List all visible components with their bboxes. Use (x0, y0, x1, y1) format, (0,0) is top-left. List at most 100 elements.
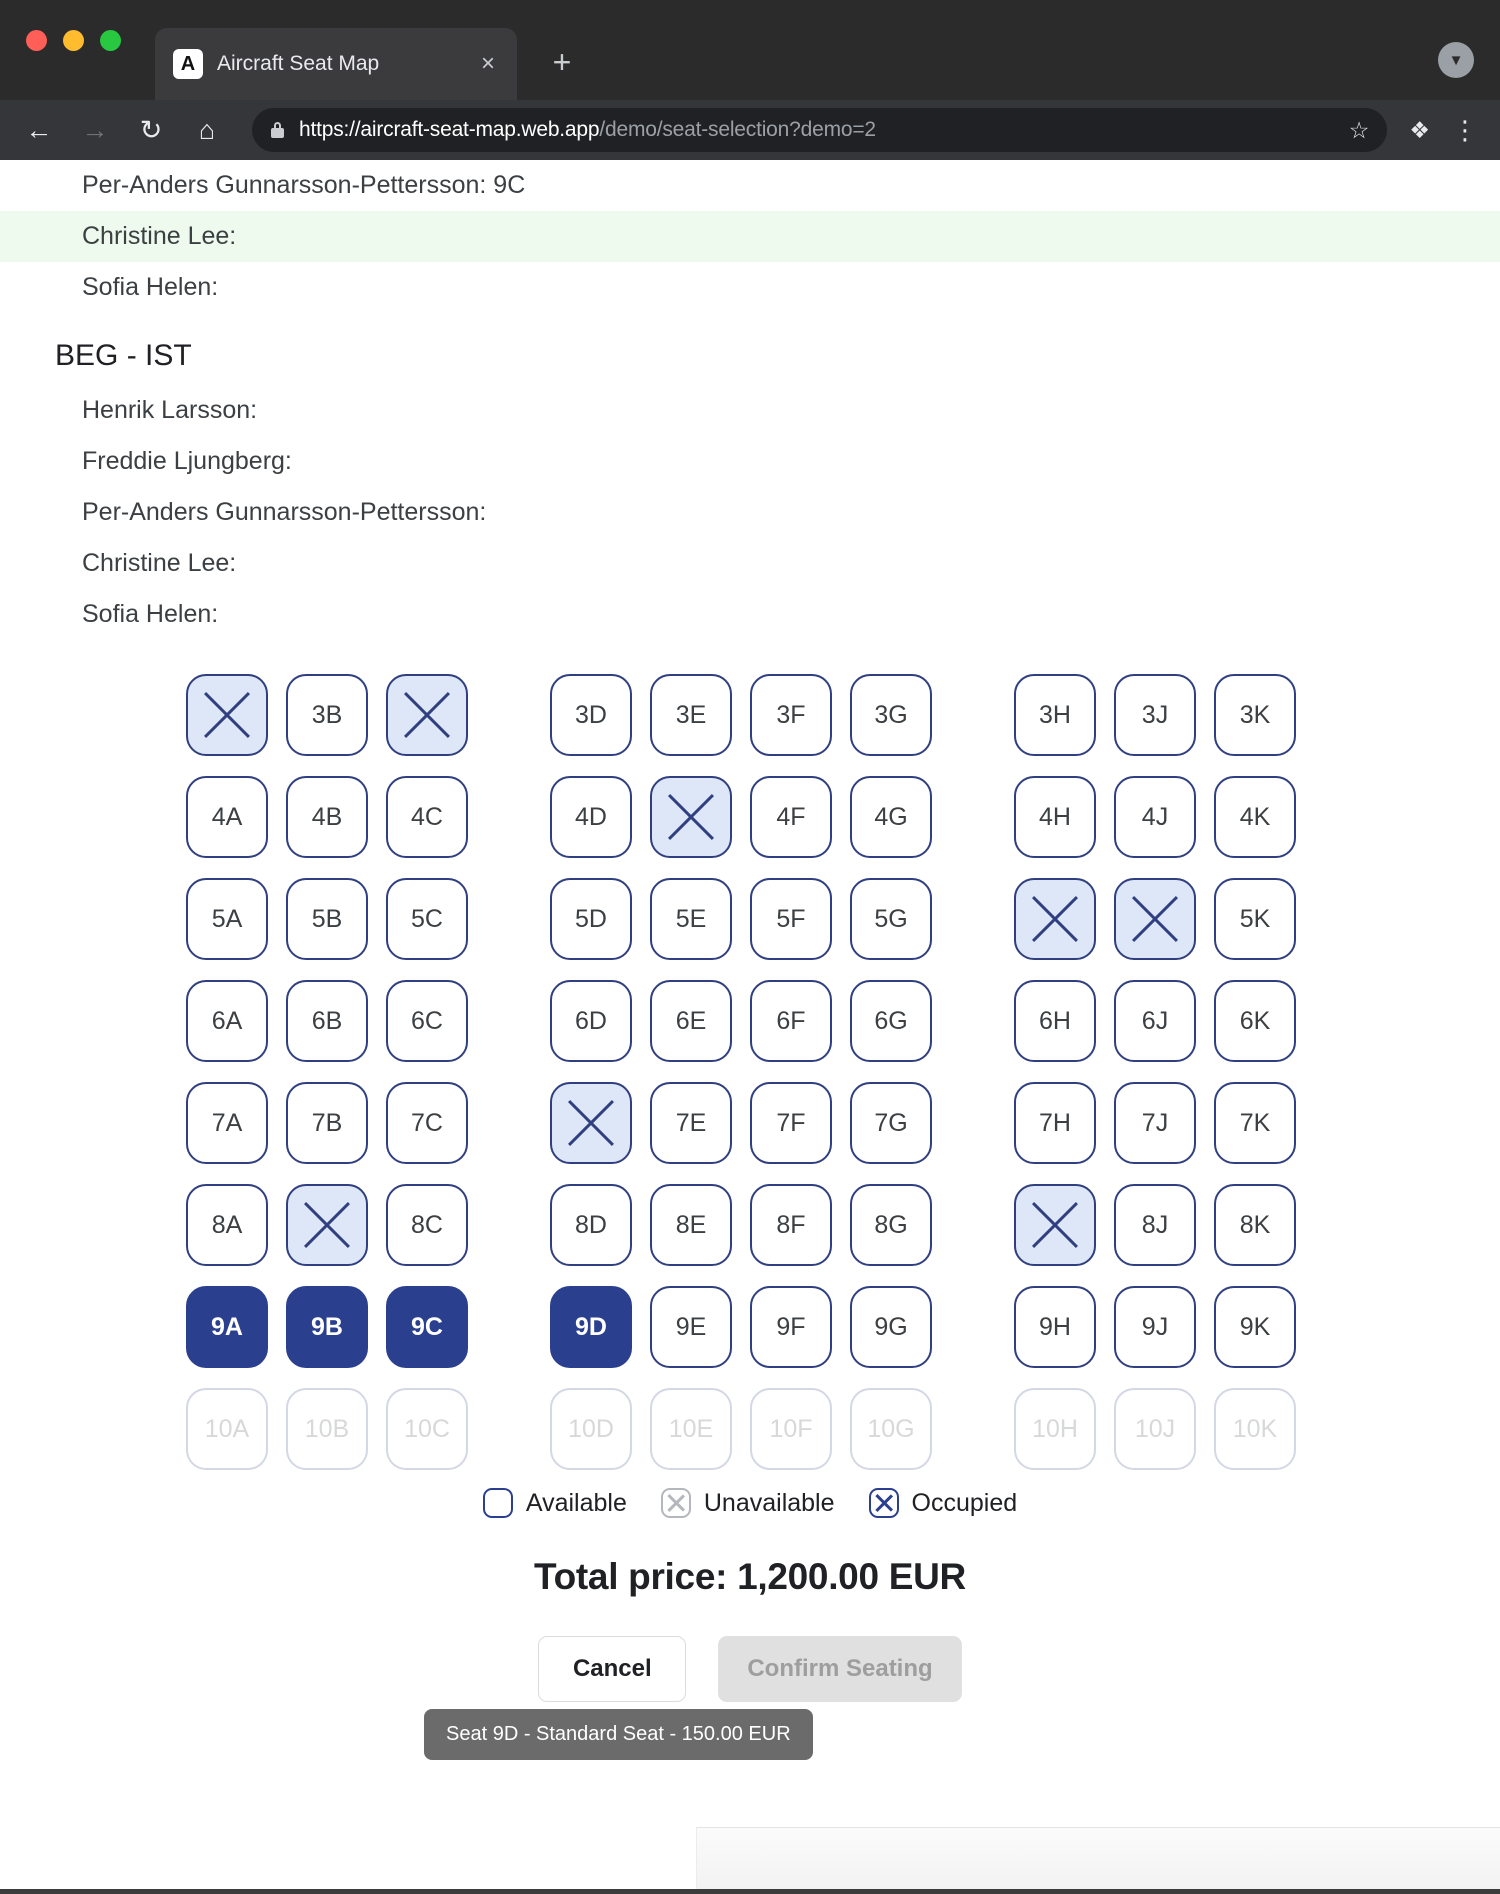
passenger-row[interactable]: Christine Lee: (0, 211, 1500, 262)
seat-3K[interactable]: 3K (1214, 674, 1296, 756)
seat-7B[interactable]: 7B (286, 1082, 368, 1164)
legend-label: Unavailable (703, 1488, 835, 1517)
seat-10E[interactable]: 10E (650, 1388, 732, 1470)
seat-7J[interactable]: 7J (1114, 1082, 1196, 1164)
seat-8J[interactable]: 8J (1114, 1184, 1196, 1266)
passenger-row[interactable]: Freddie Ljungberg: (0, 436, 1500, 487)
reload-icon[interactable]: ↻ (134, 116, 168, 144)
passenger-row[interactable]: Sofia Helen: (0, 589, 1500, 640)
seat-3F[interactable]: 3F (750, 674, 832, 756)
passenger-row[interactable]: Per-Anders Gunnarsson-Pettersson: (0, 487, 1500, 538)
seat-3G[interactable]: 3G (850, 674, 932, 756)
seat-10K[interactable]: 10K (1214, 1388, 1296, 1470)
address-bar[interactable]: https://aircraft-seat-map.web.app/demo/s… (252, 108, 1388, 152)
seat-8C[interactable]: 8C (386, 1184, 468, 1266)
forward-icon[interactable]: → (78, 116, 112, 144)
home-icon[interactable]: ⌂ (190, 116, 224, 144)
seat-4K[interactable]: 4K (1214, 776, 1296, 858)
seat-4A[interactable]: 4A (186, 776, 268, 858)
seat-9J[interactable]: 9J (1114, 1286, 1196, 1368)
seat-3H[interactable]: 3H (1014, 674, 1096, 756)
seat-3D[interactable]: 3D (550, 674, 632, 756)
seat-7A[interactable]: 7A (186, 1082, 268, 1164)
cancel-button[interactable]: Cancel (538, 1636, 687, 1702)
maximize-window-button[interactable] (100, 30, 121, 51)
seat-9D[interactable]: 9D (550, 1286, 632, 1368)
close-window-button[interactable] (26, 30, 47, 51)
seat-9B[interactable]: 9B (286, 1286, 368, 1368)
seat-7K[interactable]: 7K (1214, 1082, 1296, 1164)
seat-6A[interactable]: 6A (186, 980, 268, 1062)
seat-3J[interactable]: 3J (1114, 674, 1196, 756)
seat-8A[interactable]: 8A (186, 1184, 268, 1266)
seat-8H: 8H (1014, 1184, 1096, 1266)
seat-7F[interactable]: 7F (750, 1082, 832, 1164)
seat-6G[interactable]: 6G (850, 980, 932, 1062)
seat-4C[interactable]: 4C (386, 776, 468, 858)
seat-5F[interactable]: 5F (750, 878, 832, 960)
seat-9H[interactable]: 9H (1014, 1286, 1096, 1368)
seat-10B[interactable]: 10B (286, 1388, 368, 1470)
seat-3E[interactable]: 3E (650, 674, 732, 756)
seat-6D[interactable]: 6D (550, 980, 632, 1062)
seat-6K[interactable]: 6K (1214, 980, 1296, 1062)
tab-aircraft-seat-map[interactable]: A Aircraft Seat Map × (155, 28, 517, 100)
seat-10A[interactable]: 10A (186, 1388, 268, 1470)
seat-3B[interactable]: 3B (286, 674, 368, 756)
seat-6J[interactable]: 6J (1114, 980, 1196, 1062)
seat-6E[interactable]: 6E (650, 980, 732, 1062)
new-tab-icon[interactable]: + (540, 40, 584, 84)
seat-10D[interactable]: 10D (550, 1388, 632, 1470)
minimize-window-button[interactable] (63, 30, 84, 51)
seat-5G[interactable]: 5G (850, 878, 932, 960)
seat-10J[interactable]: 10J (1114, 1388, 1196, 1470)
seat-5C[interactable]: 5C (386, 878, 468, 960)
seat-6H[interactable]: 6H (1014, 980, 1096, 1062)
seat-6F[interactable]: 6F (750, 980, 832, 1062)
seat-8D[interactable]: 8D (550, 1184, 632, 1266)
seat-10G[interactable]: 10G (850, 1388, 932, 1470)
seat-10F[interactable]: 10F (750, 1388, 832, 1470)
seat-4F[interactable]: 4F (750, 776, 832, 858)
seat-7G[interactable]: 7G (850, 1082, 932, 1164)
seat-9G[interactable]: 9G (850, 1286, 932, 1368)
passenger-row[interactable]: Per-Anders Gunnarsson-Pettersson: 9C (0, 160, 1500, 211)
seat-9C[interactable]: 9C (386, 1286, 468, 1368)
passenger-row[interactable]: Sofia Helen: (0, 262, 1500, 313)
passenger-row[interactable]: Christine Lee: (0, 538, 1500, 589)
tab-close-icon[interactable]: × (477, 52, 499, 76)
seat-9A[interactable]: 9A (186, 1286, 268, 1368)
bookmark-star-icon[interactable]: ☆ (1349, 117, 1370, 144)
seat-9E[interactable]: 9E (650, 1286, 732, 1368)
seat-5E[interactable]: 5E (650, 878, 732, 960)
back-icon[interactable]: ← (22, 116, 56, 144)
seat-8F[interactable]: 8F (750, 1184, 832, 1266)
seat-4D[interactable]: 4D (550, 776, 632, 858)
seat-7C[interactable]: 7C (386, 1082, 468, 1164)
occupied-x-icon (1116, 880, 1194, 958)
seat-row-8: 8A8B8C 8D8E8F8G 8H8J8K (186, 1184, 1314, 1266)
passenger-row[interactable]: Henrik Larsson: (0, 385, 1500, 436)
seat-7E[interactable]: 7E (650, 1082, 732, 1164)
seat-8E[interactable]: 8E (650, 1184, 732, 1266)
seat-9F[interactable]: 9F (750, 1286, 832, 1368)
seat-7H[interactable]: 7H (1014, 1082, 1096, 1164)
seat-4J[interactable]: 4J (1114, 776, 1196, 858)
seat-4G[interactable]: 4G (850, 776, 932, 858)
seat-8K[interactable]: 8K (1214, 1184, 1296, 1266)
seat-8G[interactable]: 8G (850, 1184, 932, 1266)
seat-5K[interactable]: 5K (1214, 878, 1296, 960)
seat-5D[interactable]: 5D (550, 878, 632, 960)
seat-5B[interactable]: 5B (286, 878, 368, 960)
seat-6C[interactable]: 6C (386, 980, 468, 1062)
browser-menu-icon[interactable]: ⋮ (1452, 115, 1478, 146)
seat-5A[interactable]: 5A (186, 878, 268, 960)
seat-9K[interactable]: 9K (1214, 1286, 1296, 1368)
seat-10H[interactable]: 10H (1014, 1388, 1096, 1470)
seat-4H[interactable]: 4H (1014, 776, 1096, 858)
profile-avatar-icon[interactable]: ▼ (1438, 42, 1474, 78)
seat-10C[interactable]: 10C (386, 1388, 468, 1470)
extensions-puzzle-icon[interactable]: ❖ (1409, 117, 1430, 144)
seat-6B[interactable]: 6B (286, 980, 368, 1062)
seat-4B[interactable]: 4B (286, 776, 368, 858)
